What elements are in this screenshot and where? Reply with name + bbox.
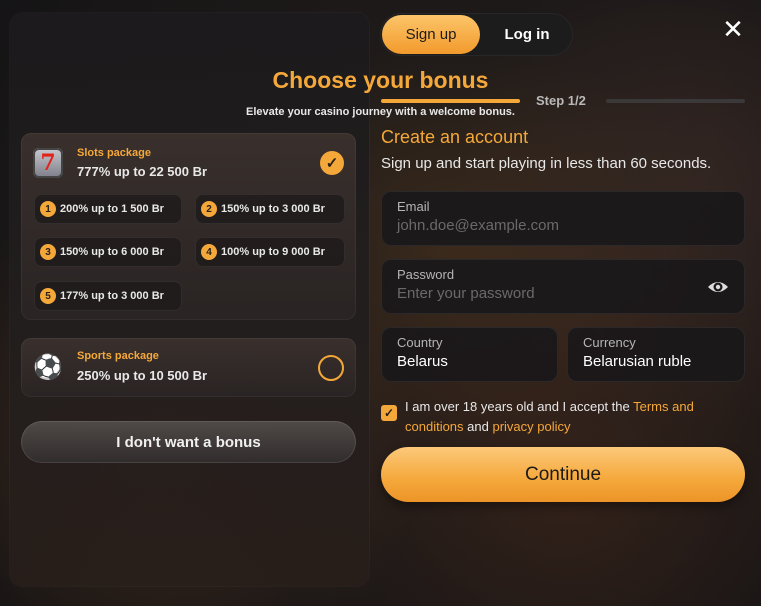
country-select[interactable]: Country Belarus bbox=[381, 327, 558, 382]
slots-package-value: 777% up to 22 500 Br bbox=[77, 164, 208, 179]
radio-circle-icon[interactable] bbox=[318, 355, 344, 381]
terms-and: and bbox=[463, 419, 493, 434]
option-number-badge: 2 bbox=[201, 201, 217, 217]
option-number-badge: 3 bbox=[40, 244, 56, 260]
continue-button[interactable]: Continue bbox=[381, 447, 745, 502]
form-title: Create an account bbox=[381, 127, 529, 147]
slots-option-label: 150% up to 6 000 Br bbox=[60, 246, 164, 258]
form-subtitle: Sign up and start playing in less than 6… bbox=[381, 155, 712, 172]
slots-option-3[interactable]: 3 150% up to 6 000 Br bbox=[34, 237, 182, 267]
slots-option-label: 150% up to 3 000 Br bbox=[221, 203, 325, 215]
sports-package-name: Sports package bbox=[77, 350, 159, 362]
slots-option-2[interactable]: 2 150% up to 3 000 Br bbox=[195, 194, 345, 224]
password-field[interactable]: Password Enter your password bbox=[381, 259, 745, 314]
option-number-badge: 5 bbox=[40, 288, 56, 304]
sports-package-card[interactable]: ⚽ Sports package 250% up to 10 500 Br bbox=[21, 338, 356, 397]
option-number-badge: 4 bbox=[201, 244, 217, 260]
step-progress-active bbox=[381, 99, 520, 103]
currency-value: Belarusian ruble bbox=[583, 353, 692, 370]
email-field[interactable]: Email john.doe@example.com bbox=[381, 191, 745, 246]
email-placeholder: john.doe@example.com bbox=[397, 217, 559, 234]
currency-label: Currency bbox=[583, 335, 636, 350]
terms-text-before: I am over 18 years old and I accept the bbox=[405, 399, 634, 414]
slots-option-label: 100% up to 9 000 Br bbox=[221, 246, 325, 258]
privacy-link[interactable]: privacy policy bbox=[492, 419, 570, 434]
slots-package-name: Slots package bbox=[77, 147, 151, 159]
slots-option-5[interactable]: 5 177% up to 3 000 Br bbox=[34, 281, 182, 311]
tab-signup[interactable]: Sign up bbox=[382, 15, 480, 54]
step-label: Step 1/2 bbox=[536, 93, 586, 108]
slots-option-label: 200% up to 1 500 Br bbox=[60, 203, 164, 215]
slots-option-4[interactable]: 4 100% up to 9 000 Br bbox=[195, 237, 345, 267]
check-icon[interactable]: ✓ bbox=[320, 151, 344, 175]
no-bonus-button[interactable]: I don't want a bonus bbox=[21, 421, 356, 463]
password-placeholder: Enter your password bbox=[397, 285, 535, 302]
sports-package-value: 250% up to 10 500 Br bbox=[77, 368, 208, 383]
slots-package-card[interactable]: 7 Slots package 777% up to 22 500 Br ✓ 1… bbox=[21, 133, 356, 320]
currency-select[interactable]: Currency Belarusian ruble bbox=[567, 327, 745, 382]
auth-tabs: Sign up Log in bbox=[380, 13, 573, 56]
slots-option-1[interactable]: 1 200% up to 1 500 Br bbox=[34, 194, 182, 224]
slots-option-label: 177% up to 3 000 Br bbox=[60, 290, 164, 302]
tab-login[interactable]: Log in bbox=[484, 15, 570, 54]
close-icon[interactable]: ✕ bbox=[720, 16, 746, 42]
bonus-title: Choose your bonus bbox=[272, 67, 489, 93]
email-label: Email bbox=[397, 199, 430, 214]
password-label: Password bbox=[397, 267, 455, 282]
terms-text: I am over 18 years old and I accept the … bbox=[405, 397, 735, 437]
eye-icon[interactable] bbox=[707, 277, 729, 297]
soccer-ball-icon: ⚽ bbox=[33, 353, 63, 381]
slot-machine-icon: 7 bbox=[33, 148, 63, 178]
option-number-badge: 1 bbox=[40, 201, 56, 217]
terms-checkbox[interactable]: ✓ bbox=[381, 405, 397, 421]
bonus-subtitle: Elevate your casino journey with a welco… bbox=[246, 106, 515, 118]
step-progress-inactive bbox=[606, 99, 745, 103]
country-label: Country bbox=[397, 335, 443, 350]
country-value: Belarus bbox=[397, 353, 448, 370]
